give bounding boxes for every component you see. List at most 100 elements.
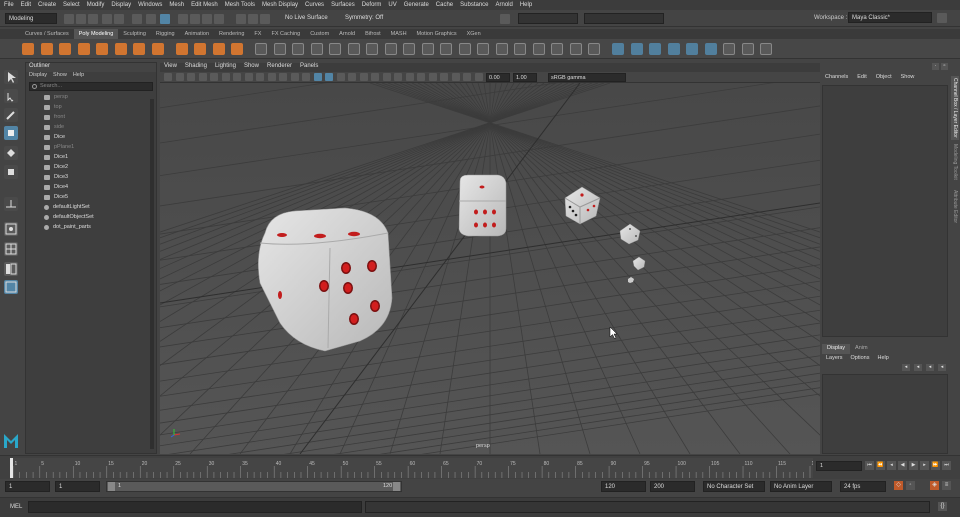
save-scene-icon[interactable] bbox=[88, 14, 98, 24]
ipr-render-icon[interactable] bbox=[248, 14, 258, 24]
shelf-tab-fx-caching[interactable]: FX Caching bbox=[266, 29, 305, 39]
fps-dropdown[interactable]: 24 fps bbox=[840, 481, 886, 492]
edge-loop-icon[interactable] bbox=[551, 43, 563, 55]
play-forward-icon[interactable]: ▶ bbox=[909, 461, 918, 470]
unfold-uv-icon[interactable] bbox=[649, 43, 661, 55]
help-menu[interactable]: Help bbox=[877, 355, 888, 361]
persp-outliner-icon[interactable] bbox=[4, 262, 18, 276]
animation-start-field[interactable]: 1 bbox=[5, 481, 50, 492]
menu-edit[interactable]: Edit bbox=[21, 2, 31, 8]
options-menu[interactable]: Options bbox=[851, 355, 870, 361]
textured-icon[interactable] bbox=[348, 73, 356, 81]
select-camera-icon[interactable] bbox=[164, 73, 172, 81]
film-gate-icon[interactable] bbox=[244, 73, 253, 81]
outliner-item[interactable]: persp bbox=[26, 92, 156, 102]
fill-hole-icon[interactable] bbox=[458, 43, 471, 55]
offset-loop-icon[interactable] bbox=[569, 43, 582, 55]
select-hierarchy-icon[interactable] bbox=[132, 14, 142, 24]
camera-attr-icon[interactable] bbox=[175, 73, 184, 81]
poly-plane-icon[interactable] bbox=[114, 43, 127, 55]
safe-title-icon[interactable] bbox=[302, 73, 310, 81]
menu-surfaces[interactable]: Surfaces bbox=[331, 2, 355, 8]
connect-icon[interactable] bbox=[532, 43, 545, 55]
outliner-item[interactable]: Dice bbox=[26, 132, 156, 142]
tab-anim[interactable]: Anim bbox=[850, 344, 873, 354]
step-back-icon[interactable]: ◂ bbox=[887, 461, 896, 470]
go-to-start-icon[interactable]: ⏮ bbox=[865, 461, 874, 470]
poly-torus-icon[interactable] bbox=[96, 43, 108, 55]
menu-cache[interactable]: Cache bbox=[436, 2, 453, 8]
separate-icon[interactable] bbox=[273, 43, 286, 55]
outliner-item[interactable]: dot_paint_parts bbox=[26, 222, 156, 232]
go-to-end-icon[interactable]: ⏭ bbox=[942, 461, 951, 470]
shelf-tab-custom[interactable]: Custom bbox=[305, 29, 334, 39]
redo-icon[interactable] bbox=[114, 14, 124, 24]
boolean-icon[interactable] bbox=[310, 43, 323, 55]
menu-select[interactable]: Select bbox=[63, 2, 80, 8]
resolution-gate-icon[interactable] bbox=[256, 73, 264, 81]
key-icon[interactable]: ◈ bbox=[930, 481, 939, 490]
paint-select-icon[interactable] bbox=[4, 108, 18, 122]
extrude-icon[interactable] bbox=[384, 43, 397, 55]
shelf-tab-motion-graphics[interactable]: Motion Graphics bbox=[412, 29, 462, 39]
grease-pencil-icon[interactable] bbox=[221, 73, 230, 81]
new-layer-icon[interactable]: ◂ bbox=[926, 364, 934, 371]
menu-mesh-display[interactable]: Mesh Display bbox=[262, 2, 298, 8]
open-scene-icon[interactable] bbox=[76, 14, 86, 24]
auto-key-icon[interactable]: ◇ bbox=[894, 481, 903, 490]
menu-substance[interactable]: Substance bbox=[460, 2, 488, 8]
mode-dropdown[interactable]: Modeling bbox=[5, 13, 57, 24]
default-material-icon[interactable] bbox=[336, 73, 345, 81]
move-tool-icon[interactable] bbox=[4, 126, 18, 140]
remesh-icon[interactable] bbox=[347, 43, 360, 55]
outliner-item[interactable]: front bbox=[26, 112, 156, 122]
ambient-occlusion-icon[interactable] bbox=[382, 73, 391, 81]
tab-modeling-toolkit[interactable]: Modeling Toolkit bbox=[951, 142, 959, 186]
safe-action-icon[interactable] bbox=[290, 73, 299, 81]
rotate-tool-icon[interactable] bbox=[4, 146, 18, 160]
menu-modify[interactable]: Modify bbox=[87, 2, 105, 8]
playback-end-field[interactable]: 120 bbox=[601, 481, 646, 492]
menu-arnold[interactable]: Arnold bbox=[496, 2, 513, 8]
workspace-dropdown[interactable]: Maya Classic* bbox=[848, 12, 932, 23]
bevel-icon[interactable] bbox=[403, 43, 415, 55]
auto-uv-icon[interactable] bbox=[630, 43, 643, 55]
target-weld-icon[interactable] bbox=[514, 43, 526, 55]
anim-prefs-icon[interactable]: ◦ bbox=[906, 481, 915, 490]
current-frame-field[interactable]: 1 bbox=[816, 461, 862, 471]
outliner-item[interactable]: side bbox=[26, 122, 156, 132]
xray-components-icon[interactable] bbox=[463, 73, 471, 81]
outliner-item[interactable]: defaultLightSet bbox=[26, 202, 156, 212]
shelf-tab-rendering[interactable]: Rendering bbox=[214, 29, 249, 39]
outliner-search-input[interactable]: Search... bbox=[29, 82, 153, 91]
shelf-tab-rigging[interactable]: Rigging bbox=[151, 29, 180, 39]
menu-mesh-tools[interactable]: Mesh Tools bbox=[225, 2, 255, 8]
viewport-menu-lighting[interactable]: Lighting bbox=[215, 63, 236, 72]
input-line-field[interactable] bbox=[518, 13, 578, 24]
sweep-mesh-icon[interactable] bbox=[194, 43, 206, 55]
anti-alias-icon[interactable] bbox=[405, 73, 414, 81]
image-plane-icon[interactable] bbox=[198, 73, 207, 81]
2d-pan-icon[interactable] bbox=[210, 73, 218, 81]
snap-grid-icon[interactable] bbox=[178, 14, 188, 24]
smooth-icon[interactable] bbox=[292, 43, 304, 55]
menu-windows[interactable]: Windows bbox=[138, 2, 162, 8]
tools-extra-icon[interactable] bbox=[760, 43, 772, 55]
menu-generate[interactable]: Generate bbox=[404, 2, 429, 8]
layer-move-up-icon[interactable]: ◂ bbox=[902, 364, 910, 371]
snap-curve-icon[interactable] bbox=[190, 14, 200, 24]
shelf-tab-arnold[interactable]: Arnold bbox=[334, 29, 360, 39]
outliner-item[interactable]: defaultObjectSet bbox=[26, 212, 156, 222]
live-surface-label[interactable]: No Live Surface bbox=[285, 15, 328, 21]
animation-end-field[interactable]: 200 bbox=[650, 481, 695, 492]
lights-icon[interactable] bbox=[359, 73, 368, 81]
shadows-icon[interactable] bbox=[371, 73, 379, 81]
snap-point-icon[interactable] bbox=[202, 14, 212, 24]
mel-label[interactable]: MEL bbox=[10, 504, 22, 510]
shelf-tab-curves-surfaces[interactable]: Curves / Surfaces bbox=[20, 29, 74, 39]
menu-edit-mesh[interactable]: Edit Mesh bbox=[191, 2, 218, 8]
perspective-viewport[interactable]: persp bbox=[160, 83, 820, 454]
shelf-tab-fx[interactable]: FX bbox=[249, 29, 266, 39]
menu-deform[interactable]: Deform bbox=[362, 2, 382, 8]
outliner-item[interactable]: Dice4 bbox=[26, 182, 156, 192]
